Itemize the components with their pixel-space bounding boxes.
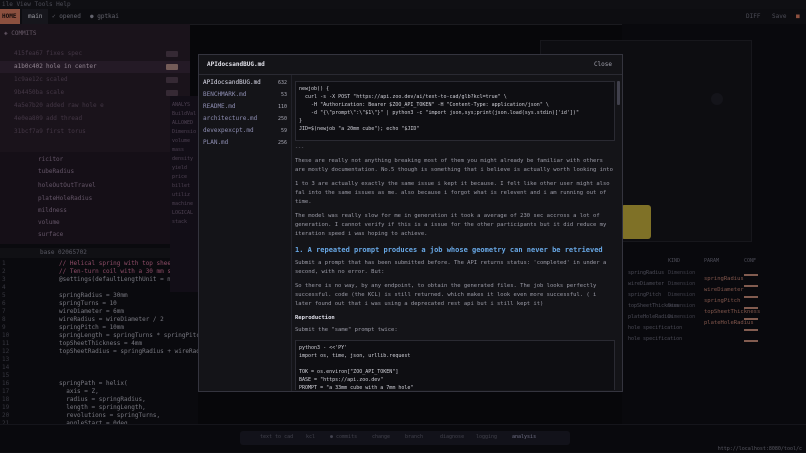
file-count: 110 xyxy=(277,104,287,110)
scrollbar[interactable] xyxy=(617,81,620,105)
file-count: 256 xyxy=(277,140,287,146)
separator: --- xyxy=(295,145,305,151)
code-block: newjob() { curl -s -X POST "https://api.… xyxy=(295,81,615,141)
file-item[interactable]: BENCHMARK.md 53 xyxy=(203,89,287,101)
file-item[interactable]: architecture.md 250 xyxy=(203,113,287,125)
paragraph: Submit the "same" prompt twice: xyxy=(295,327,398,333)
file-name: BENCHMARK.md xyxy=(203,91,247,98)
paragraph: Submit a prompt that has been submitted … xyxy=(295,260,607,275)
file-count: 53 xyxy=(280,92,287,98)
modal-title: APIdocsandBUG.md xyxy=(207,61,265,68)
file-count: 59 xyxy=(280,128,287,134)
file-name: PLAN.md xyxy=(203,139,229,146)
paragraph: These are really not anything breaking m… xyxy=(295,158,613,173)
file-name: APIdocsandBUG.md xyxy=(203,79,261,86)
section-heading: 1. A repeated prompt produces a job whos… xyxy=(295,246,603,254)
paragraph: So there is no way, by any endpoint, to … xyxy=(295,283,597,307)
paragraph: The model was really slow for me in gene… xyxy=(295,213,607,237)
docs-modal: APIdocsandBUG.md Close APIdocsandBUG.md 6… xyxy=(198,54,623,392)
file-name: README.md xyxy=(203,103,236,110)
paragraph: 1 to 3 are actually exactly the same iss… xyxy=(295,181,610,205)
file-list: APIdocsandBUG.md 632 BENCHMARK.md 53 READM… xyxy=(199,75,292,391)
file-count: 250 xyxy=(277,116,287,122)
code-block: python3 - <<'PY' import os, time, json, … xyxy=(295,340,615,390)
file-item[interactable]: devexpexcpt.md 59 xyxy=(203,125,287,137)
file-item[interactable]: README.md 110 xyxy=(203,101,287,113)
file-item[interactable]: APIdocsandBUG.md 632 xyxy=(203,77,287,89)
file-item[interactable]: PLAN.md 256 xyxy=(203,137,287,149)
document-content[interactable]: newjob() { curl -s -X POST "https://api.… xyxy=(295,77,615,390)
close-button[interactable]: Close xyxy=(594,61,612,68)
file-name: devexpexcpt.md xyxy=(203,127,254,134)
file-count: 632 xyxy=(277,80,287,86)
file-name: architecture.md xyxy=(203,115,258,122)
subsection-heading: Reproduction xyxy=(295,315,335,321)
